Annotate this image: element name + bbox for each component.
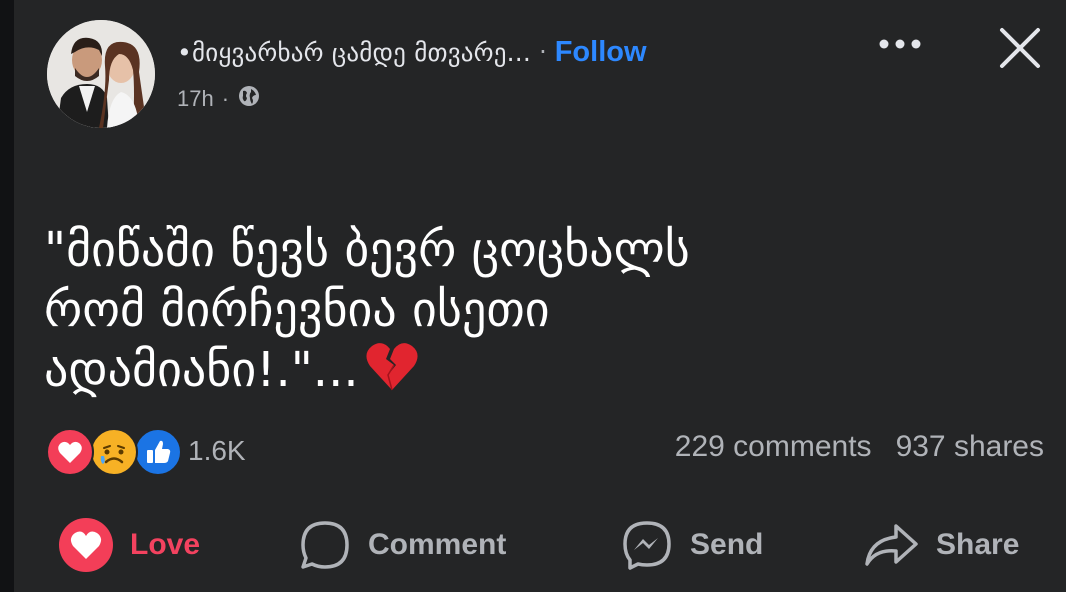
send-label: Send [690, 528, 764, 561]
post-time[interactable]: 17h [177, 86, 214, 112]
meta-separator: · [221, 86, 230, 111]
author-avatar[interactable] [47, 20, 155, 128]
reactions-summary[interactable]: 1.6K [46, 428, 246, 476]
send-button[interactable]: Send [620, 512, 763, 578]
follow-button[interactable]: Follow [555, 36, 647, 69]
globe-icon [237, 84, 261, 114]
like-reaction-icon [134, 428, 182, 476]
care-sad-reaction-icon [90, 428, 138, 476]
broken-heart-icon [365, 340, 419, 406]
reaction-count: 1.6K [188, 435, 246, 466]
share-button[interactable]: Share [862, 512, 1019, 578]
separator-dot: · [539, 38, 547, 66]
reaction-icons [46, 428, 182, 476]
shares-count[interactable]: 937 shares [896, 430, 1044, 464]
love-label: Love [130, 528, 201, 561]
love-icon [58, 517, 114, 573]
author-name[interactable]: •მიყვარხარ ცამდე მთვარე... [177, 38, 531, 67]
post-stats: 229 comments 937 shares [675, 430, 1044, 464]
comment-label: Comment [368, 528, 507, 561]
share-label: Share [936, 528, 1020, 561]
comments-count[interactable]: 229 comments [675, 430, 872, 464]
love-button[interactable]: Love [58, 512, 200, 578]
share-arrow-icon [862, 518, 920, 572]
comment-icon [298, 518, 352, 572]
post-meta: 17h · [177, 84, 261, 114]
post-text-container: "მიწაში წევს ბევრ ცოცხალს რომ მირჩევნია … [44, 160, 1034, 406]
comment-button[interactable]: Comment [298, 512, 506, 578]
more-dots-icon[interactable] [872, 22, 928, 66]
close-icon[interactable] [994, 22, 1046, 74]
love-reaction-icon [46, 428, 94, 476]
messenger-icon [620, 518, 674, 572]
author-line: •მიყვარხარ ცამდე მთვარე... · Follow [177, 30, 647, 74]
